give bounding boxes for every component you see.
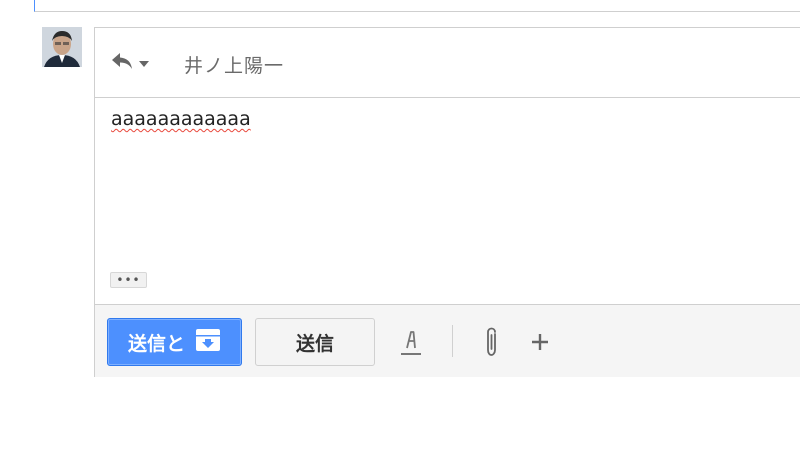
send-and-archive-button[interactable]: 送信と [107, 318, 242, 366]
send-archive-label: 送信と [127, 332, 185, 355]
message-body[interactable]: aaaaaaaaaaaa ••• [95, 98, 800, 304]
avatar-image [42, 27, 82, 67]
plus-icon[interactable] [529, 331, 551, 353]
chevron-down-icon [138, 54, 150, 73]
paperclip-icon[interactable] [483, 326, 501, 358]
send-button[interactable]: 送信 [255, 318, 375, 366]
reply-composer: 井ノ上陽一 aaaaaaaaaaaa ••• 送信と 送信 [94, 27, 800, 377]
message-body-text[interactable]: aaaaaaaaaaaa [111, 108, 251, 130]
compose-toolbar: 送信と 送信 [95, 304, 800, 377]
reply-icon [109, 50, 135, 76]
previous-message-card [34, 0, 800, 12]
text-format-icon[interactable] [400, 327, 422, 357]
reply-type-dropdown[interactable] [109, 52, 155, 74]
avatar [42, 27, 82, 67]
show-trimmed-content-button[interactable]: ••• [110, 272, 147, 288]
recipient-bar: 井ノ上陽一 [95, 28, 800, 98]
archive-icon [195, 328, 221, 357]
toolbar-divider [452, 325, 453, 357]
recipient-name[interactable]: 井ノ上陽一 [184, 51, 284, 78]
